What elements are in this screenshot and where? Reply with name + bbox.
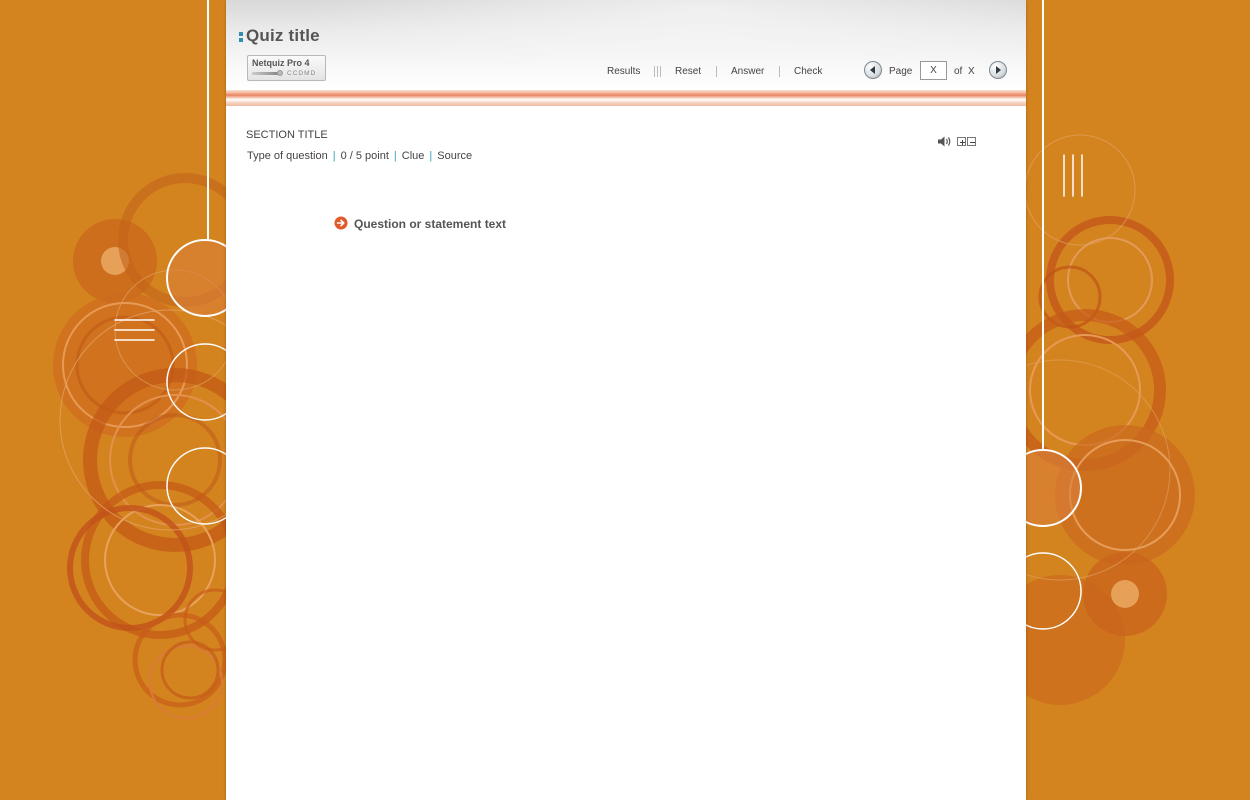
previous-page-button[interactable]: [864, 61, 882, 79]
netquiz-logo: Netquiz Pro 4 CCDMD: [247, 55, 326, 81]
title-bullet-icon: [239, 32, 243, 42]
question-text: Question or statement text: [354, 217, 507, 231]
arrow-bullet-icon: [334, 216, 348, 230]
source-link[interactable]: Source: [437, 150, 472, 162]
speaker-icon[interactable]: [937, 135, 952, 148]
logo-name: Netquiz Pro 4: [252, 58, 310, 68]
results-button[interactable]: Results: [607, 66, 640, 77]
total-pages: X: [968, 66, 975, 77]
zoom-in-button[interactable]: [957, 137, 966, 146]
check-button[interactable]: Check: [794, 66, 822, 77]
question-meta: Type of question | 0 / 5 point | Clue | Source: [247, 150, 473, 162]
header-divider-stripe: [226, 90, 1026, 106]
zoom-out-button[interactable]: [967, 137, 976, 146]
next-page-icon: [996, 66, 1001, 74]
question-score: 0 / 5 point: [340, 150, 389, 162]
previous-page-icon: [870, 66, 875, 74]
quiz-panel: Quiz title Netquiz Pro 4 CCDMD Results R…: [226, 0, 1026, 800]
zoom-in-icon: [960, 140, 965, 145]
section-title: SECTION TITLE: [246, 129, 328, 141]
zoom-out-icon: [970, 142, 975, 143]
of-label: of: [954, 66, 963, 77]
question-type: Type of question: [247, 150, 328, 162]
logo-subtitle: CCDMD: [287, 70, 317, 77]
quiz-title: Quiz title: [246, 26, 320, 45]
reset-button[interactable]: Reset: [675, 66, 701, 77]
answer-button[interactable]: Answer: [731, 66, 764, 77]
next-page-button[interactable]: [989, 61, 1007, 79]
page-number-input[interactable]: [920, 61, 947, 80]
clue-link[interactable]: Clue: [402, 150, 425, 162]
page-label: Page: [889, 66, 913, 77]
